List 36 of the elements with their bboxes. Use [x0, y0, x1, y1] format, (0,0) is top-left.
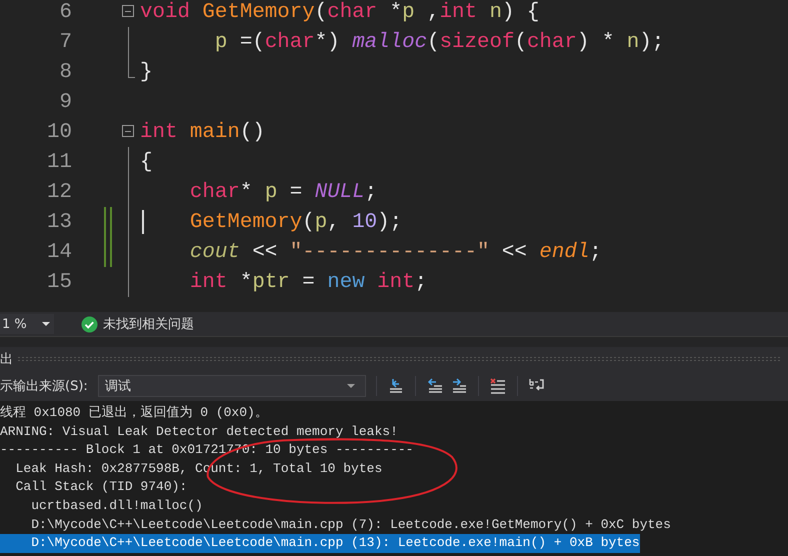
zoom-dropdown[interactable]: 1 %: [0, 314, 54, 334]
source-dropdown[interactable]: 调试: [98, 375, 366, 397]
line-number: 15: [46, 270, 72, 294]
caret-icon: [346, 384, 355, 388]
line-number: 12: [46, 180, 72, 204]
code-line: p =(char*) malloc(sizeof(char) * n);: [214, 30, 664, 54]
code-line: cout << "--------------" << endl;: [188, 240, 602, 264]
source-label: 示输出来源(S):: [0, 378, 88, 395]
output-line: Call Stack (TID 9740):: [14, 478, 188, 496]
code-line: char* p = NULL;: [188, 180, 378, 204]
check-icon: [81, 316, 98, 332]
line-number: 7: [58, 30, 72, 54]
line-number: 9: [58, 90, 72, 114]
output-line: 线程 0x1080 已退出，返回值为 0 (0x0)。: [0, 404, 268, 422]
output-line: D:\Mycode\C++\Leetcode\Leetcode\main.cpp (7): Leetcode.exe!GetMemory() + 0xC bytes: [30, 516, 671, 534]
code-line: }: [140, 60, 152, 84]
collapse-icon[interactable]: [122, 5, 134, 17]
code-line: {: [140, 150, 152, 174]
output-line: ucrtbased.dll!malloc(): [30, 496, 203, 515]
line-number: 13: [46, 210, 72, 234]
line-number: 6: [58, 0, 72, 24]
code-line: GetMemory(p, 10);: [188, 210, 402, 234]
code-line: void GetMemory(char *p ,int n) {: [140, 0, 540, 24]
panel-title: 出: [0, 351, 13, 368]
caret-icon: [42, 322, 50, 326]
issues-status[interactable]: 未找到相关问题: [103, 315, 194, 333]
collapse-icon[interactable]: [122, 125, 134, 137]
output-line: ARNING: Visual Leak Detector detected memory leaks!: [0, 422, 398, 441]
line-number: 11: [46, 150, 72, 174]
clear-all-icon[interactable]: [488, 377, 507, 395]
line-number: 8: [58, 60, 72, 84]
line-number: 10: [46, 120, 72, 144]
code-line: int *ptr = new int;: [188, 270, 428, 294]
line-number: 14: [46, 240, 72, 264]
code-line: int main(): [140, 120, 265, 144]
previous-message-icon[interactable]: [426, 377, 444, 395]
